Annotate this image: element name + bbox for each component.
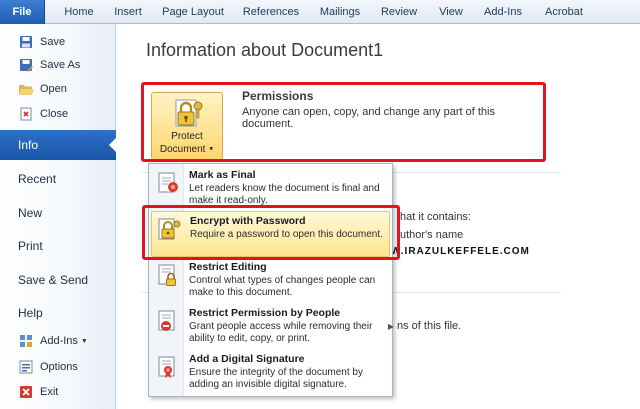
digital-signature-desc: Ensure the integrity of the document by …	[189, 367, 363, 390]
options-icon	[18, 359, 34, 375]
tab-mailings[interactable]: Mailings	[314, 0, 366, 24]
nav-help-label: Help	[18, 306, 43, 320]
annotation-highlight-permissions	[141, 82, 546, 162]
protect-document-menu: Mark as Final Let readers know the docum…	[148, 163, 394, 397]
restrict-editing-title: Restrict Editing	[189, 261, 267, 273]
nav-save-label: Save	[40, 36, 66, 48]
nav-print[interactable]: Print	[0, 231, 116, 261]
menu-item-add-digital-signature[interactable]: Add a Digital Signature Ensure the integ…	[151, 350, 390, 396]
nav-save-send-label: Save & Send	[18, 273, 89, 287]
inspect-partial-text-2: uthor's name	[400, 229, 464, 241]
nav-info-label: Info	[18, 138, 39, 152]
nav-open-label: Open	[40, 83, 67, 95]
restrict-permission-desc: Grant people access while removing their…	[189, 321, 373, 344]
digital-signature-icon	[158, 356, 175, 378]
nav-new-label: New	[18, 206, 43, 220]
tab-references[interactable]: References	[240, 0, 302, 24]
nav-options[interactable]: Options	[0, 357, 116, 377]
nav-add-ins-label: Add-Ins	[40, 335, 78, 347]
submenu-arrow-icon: ▶	[387, 322, 394, 331]
versions-partial-text: ns of this file.	[397, 320, 462, 332]
tab-insert[interactable]: Insert	[110, 0, 146, 24]
nav-save-as[interactable]: Save As	[0, 55, 116, 75]
tab-acrobat[interactable]: Acrobat	[540, 0, 588, 24]
inspect-partial-text: that it contains:	[397, 211, 471, 223]
mark-as-final-desc: Let readers know the document is final a…	[189, 183, 380, 206]
nav-open[interactable]: Open	[0, 79, 116, 99]
mark-as-final-title: Mark as Final	[189, 169, 256, 181]
tab-view[interactable]: View	[436, 0, 466, 24]
backstage-nav: Save Save As Open Close Info Recent New …	[0, 24, 117, 409]
ribbon-tab-bar: File Home Insert Page Layout References …	[0, 0, 640, 24]
menu-item-restrict-permission[interactable]: Restrict Permission by People Grant peop…	[151, 304, 394, 350]
nav-add-ins[interactable]: Add-Ins ▼	[0, 331, 116, 351]
nav-save-as-label: Save As	[40, 59, 81, 71]
nav-info[interactable]: Info	[0, 130, 117, 160]
nav-close-label: Close	[40, 108, 69, 120]
chevron-down-icon: ▼	[80, 337, 88, 345]
nav-help[interactable]: Help	[0, 298, 116, 328]
nav-exit-label: Exit	[40, 386, 59, 398]
tab-home[interactable]: Home	[58, 0, 100, 24]
tab-page-layout[interactable]: Page Layout	[160, 0, 226, 24]
restrict-editing-desc: Control what types of changes people can…	[189, 275, 376, 298]
add-ins-icon	[18, 333, 34, 349]
nav-exit[interactable]: Exit	[0, 382, 116, 402]
restrict-editing-icon	[158, 264, 176, 286]
mark-as-final-icon	[158, 172, 178, 193]
tab-review[interactable]: Review	[378, 0, 420, 24]
nav-save[interactable]: Save	[0, 32, 116, 52]
nav-options-label: Options	[40, 361, 78, 373]
restrict-permission-title: Restrict Permission by People	[189, 307, 341, 319]
nav-save-send[interactable]: Save & Send	[0, 265, 116, 295]
close-document-icon	[18, 106, 34, 122]
exit-icon	[18, 384, 34, 400]
tab-add-ins[interactable]: Add-Ins	[480, 0, 526, 24]
nav-print-label: Print	[18, 239, 43, 253]
restrict-permission-icon	[158, 310, 175, 331]
annotation-highlight-encrypt	[142, 205, 400, 260]
page-title: Information about Document1	[146, 40, 384, 60]
nav-close[interactable]: Close	[0, 104, 116, 124]
nav-recent[interactable]: Recent	[0, 164, 116, 194]
nav-recent-label: Recent	[18, 172, 57, 186]
save-as-icon	[18, 57, 34, 73]
menu-item-restrict-editing[interactable]: Restrict Editing Control what types of c…	[151, 258, 390, 304]
digital-signature-title: Add a Digital Signature	[189, 353, 305, 365]
tab-file[interactable]: File	[0, 0, 45, 24]
save-icon	[18, 34, 34, 50]
nav-new[interactable]: New	[0, 198, 116, 228]
open-folder-icon	[18, 81, 34, 97]
